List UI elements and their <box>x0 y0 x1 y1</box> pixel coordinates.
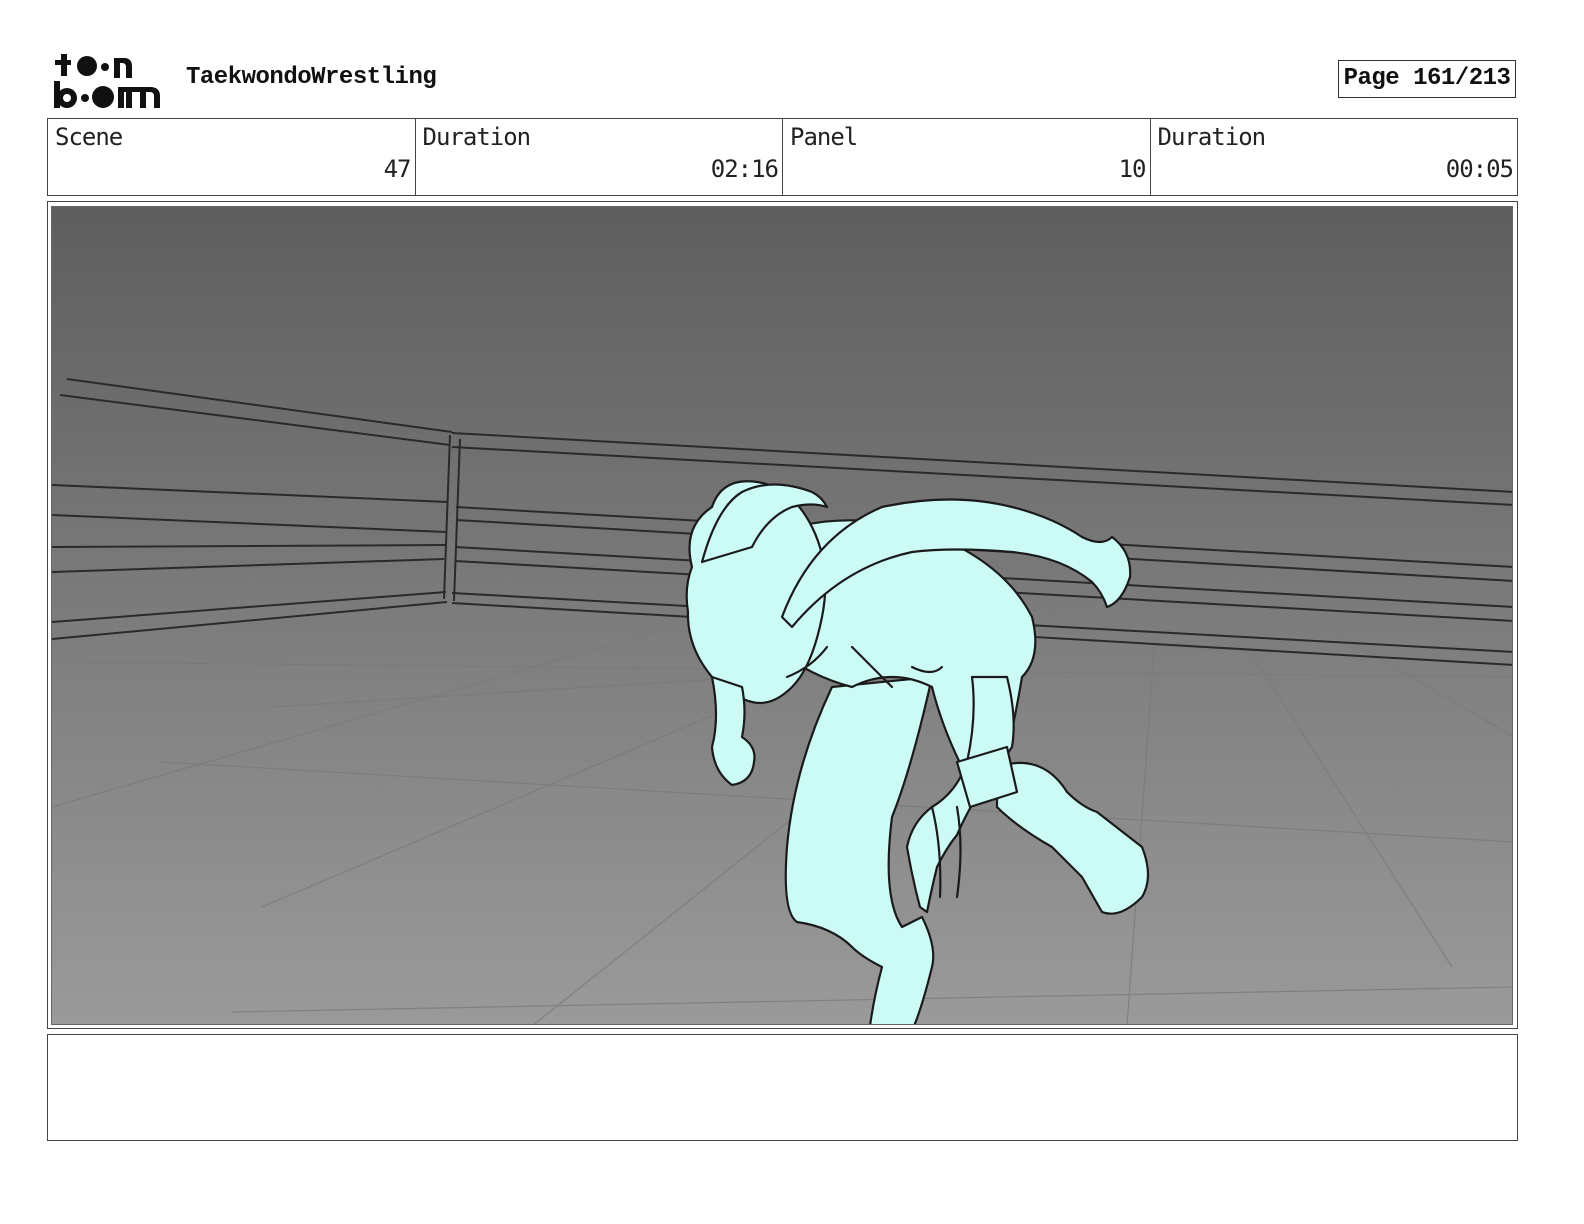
scene-value: 47 <box>383 155 412 183</box>
panel-duration-label: Duration <box>1157 123 1267 151</box>
panel-value: 10 <box>1118 155 1147 183</box>
project-title: TaekwondoWrestling <box>186 64 437 91</box>
panel-cell: Panel 10 <box>783 119 1151 195</box>
storyboard-panel-drawing <box>51 206 1513 1025</box>
scene-duration-cell: Duration 02:16 <box>416 119 783 195</box>
panel-label: Panel <box>790 123 858 151</box>
page-number: Page 161/213 <box>1338 60 1516 98</box>
scene-duration-label: Duration <box>422 123 532 151</box>
scene-cell: Scene 47 <box>48 119 416 195</box>
panel-duration-cell: Duration 00:05 <box>1151 119 1518 195</box>
scene-info-bar: Scene 47 Duration 02:16 Panel 10 Duratio… <box>47 118 1518 196</box>
scene-label: Scene <box>55 123 123 151</box>
panel-notes-box <box>47 1034 1518 1141</box>
panel-duration-value: 00:05 <box>1445 155 1514 183</box>
scene-duration-value: 02:16 <box>710 155 779 183</box>
toon-boom-logo <box>52 50 164 112</box>
